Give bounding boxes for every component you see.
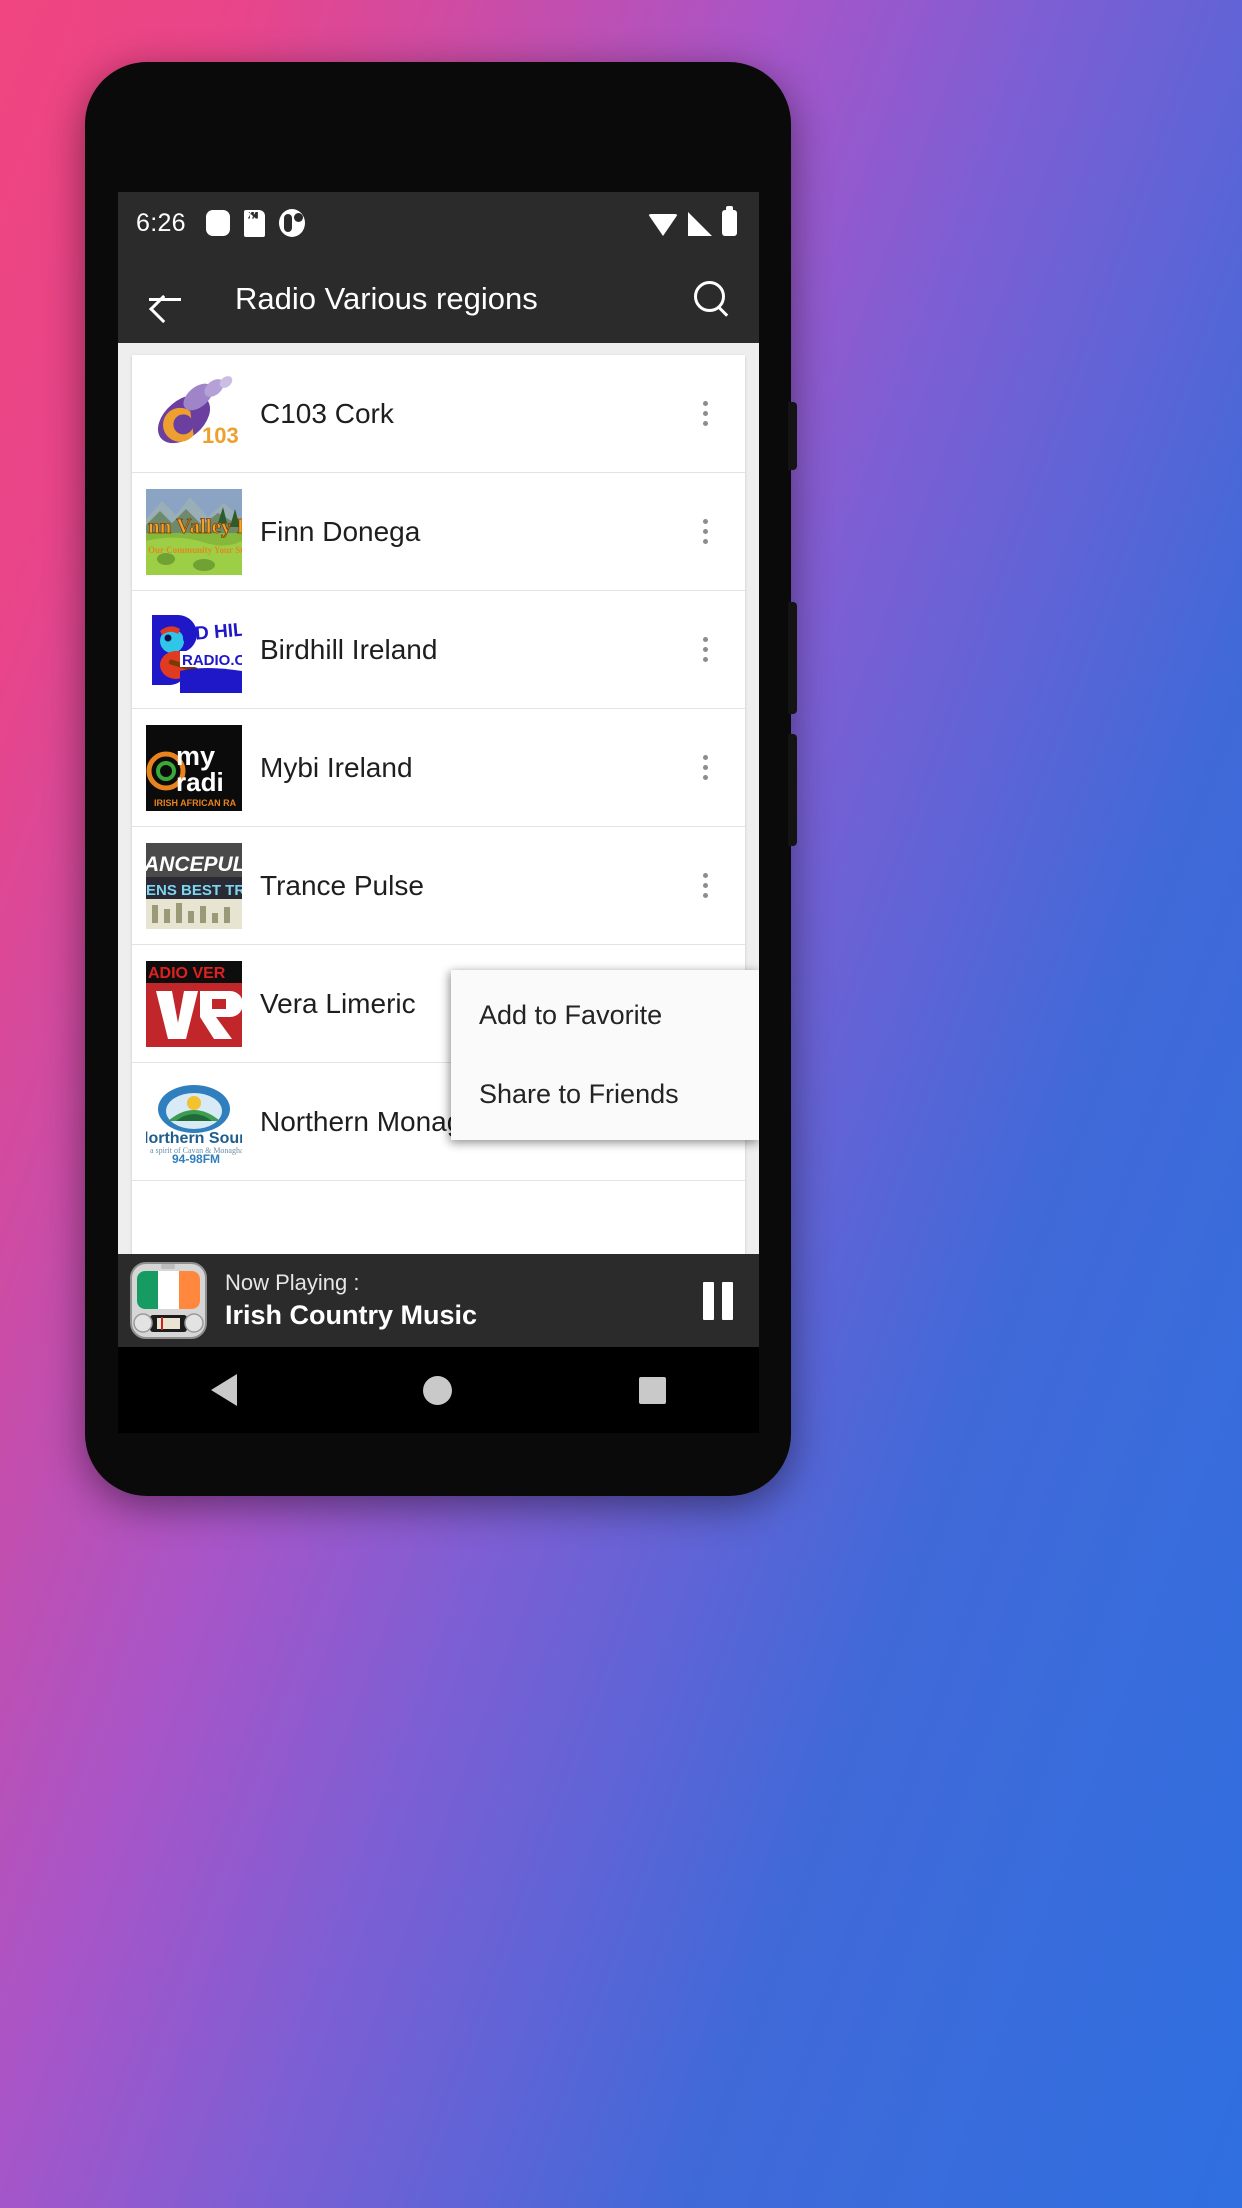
now-playing-label: Now Playing :	[225, 1270, 360, 1295]
mybi-radio-logo: my radi IRISH AFRICAN RA	[146, 724, 242, 811]
svg-text:103: 103	[202, 423, 239, 448]
table-row[interactable]: RD HIL RADIO.CO Birdhill Ireland	[132, 591, 745, 709]
svg-text:RADIO.CO: RADIO.CO	[182, 652, 242, 669]
back-arrow-icon[interactable]	[142, 276, 188, 322]
finn-valley-radio-logo: nn Valley R Our Community Your Station	[146, 488, 242, 575]
device-side-button-top[interactable]	[788, 402, 797, 470]
c103-cork-logo: 103	[146, 370, 242, 457]
overflow-menu-icon[interactable]	[679, 637, 731, 662]
svg-text:Our Community Your Station: Our Community Your Station	[148, 545, 242, 555]
svg-text:ADIO VER: ADIO VER	[148, 965, 226, 982]
station-name: C103 Cork	[260, 397, 394, 429]
radio-vera-logo: ADIO VER	[146, 960, 242, 1047]
search-icon[interactable]	[689, 277, 733, 321]
station-name: Trance Pulse	[260, 869, 424, 901]
svg-text:ENS BEST TRANCE: ENS BEST TRANCE	[146, 882, 242, 899]
table-row[interactable]: 103 C103 Cork	[132, 355, 745, 473]
svg-text:nn Valley R: nn Valley R	[148, 514, 242, 538]
content-area: 103 C103 Cork nn Valley R Our Community …	[118, 343, 759, 1347]
trance-pulse-logo: ANCEPULSE ENS BEST TRANCE	[146, 842, 242, 929]
status-time: 6:26	[136, 208, 186, 237]
nav-back-icon[interactable]	[211, 1374, 238, 1406]
svg-text:94-98FM: 94-98FM	[172, 1152, 220, 1165]
station-name: Finn Donega	[260, 515, 421, 547]
svg-text:radi: radi	[176, 767, 224, 797]
now-playing-text: Now Playing : Irish Country Music	[225, 1270, 703, 1331]
table-row[interactable]: ANCEPULSE ENS BEST TRANCE Trance Pulse	[132, 827, 745, 945]
svg-text:IRISH AFRICAN RA: IRISH AFRICAN RA	[154, 798, 237, 808]
pause-icon[interactable]	[703, 1281, 737, 1320]
northern-sound-logo: lorthern Soun a spirit of Cavan & Monagh…	[146, 1078, 242, 1165]
now-playing-bar[interactable]: Now Playing : Irish Country Music	[118, 1254, 759, 1347]
status-left-icons	[205, 209, 305, 237]
status-bar: 6:26	[118, 192, 759, 254]
nav-home-icon[interactable]	[423, 1375, 453, 1405]
svg-text:lorthern Soun: lorthern Soun	[146, 1130, 242, 1147]
battery-icon	[722, 206, 737, 236]
wifi-icon	[648, 214, 678, 236]
device-volume-up-button[interactable]	[788, 602, 797, 714]
station-name: Birdhill Ireland	[260, 633, 438, 665]
nav-recents-icon[interactable]	[638, 1376, 666, 1404]
android-nav-bar	[118, 1347, 759, 1433]
device-volume-down-button[interactable]	[788, 734, 797, 846]
overflow-menu-icon[interactable]	[679, 873, 731, 898]
app-badge-icon	[278, 209, 305, 237]
menu-item-add-to-favorite[interactable]: Add to Favorite	[451, 976, 759, 1055]
table-row[interactable]: nn Valley R Our Community Your Station F…	[132, 473, 745, 591]
overflow-menu-icon[interactable]	[679, 755, 731, 780]
menu-item-share-to-friends[interactable]: Share to Friends	[451, 1055, 759, 1134]
phone-device-frame: 6:26 Radio Various regions 103 C103 Cork…	[85, 62, 797, 1496]
rounded-square-icon	[205, 210, 230, 236]
table-row[interactable]: my radi IRISH AFRICAN RA Mybi Ireland	[132, 709, 745, 827]
page-title: Radio Various regions	[235, 280, 538, 316]
irish-flag-radio-icon	[130, 1262, 207, 1339]
svg-text:ANCEPULSE: ANCEPULSE	[146, 853, 242, 876]
context-menu: Add to Favorite Share to Friends	[451, 970, 759, 1140]
app-bar: Radio Various regions	[118, 254, 759, 343]
overflow-menu-icon[interactable]	[679, 519, 731, 544]
birdhill-radio-logo: RD HIL RADIO.CO	[146, 606, 242, 693]
now-playing-title: Irish Country Music	[225, 1300, 478, 1330]
station-list: 103 C103 Cork nn Valley R Our Community …	[132, 355, 745, 1347]
sdcard-icon	[243, 209, 265, 237]
cellular-signal-icon	[688, 212, 712, 236]
overflow-menu-icon[interactable]	[679, 401, 731, 426]
station-name: Mybi Ireland	[260, 751, 413, 783]
status-right-icons	[648, 206, 737, 236]
phone-screen: 6:26 Radio Various regions 103 C103 Cork…	[118, 192, 759, 1347]
